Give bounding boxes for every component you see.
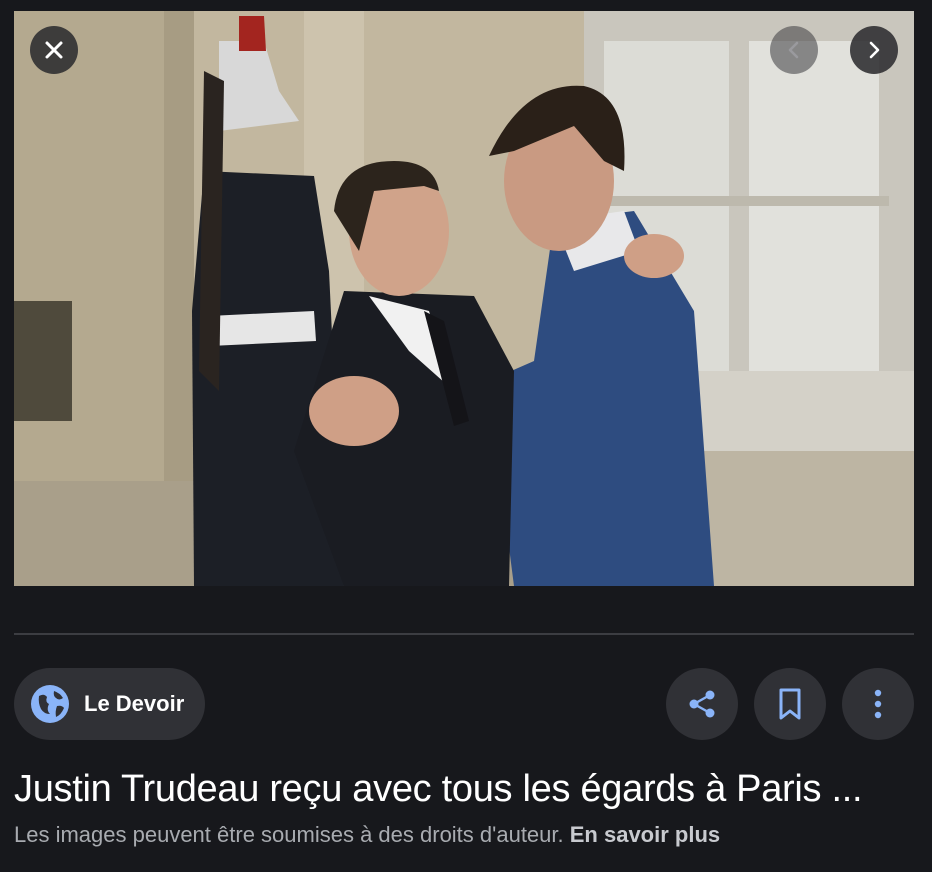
chevron-right-icon — [869, 41, 880, 59]
result-image[interactable] — [14, 11, 914, 586]
source-name: Le Devoir — [84, 691, 185, 716]
copyright-text: Les images peuvent être soumises à des d… — [14, 822, 564, 847]
bookmark-icon — [779, 688, 801, 720]
chevron-left-icon — [788, 41, 799, 59]
image-title-link[interactable]: Justin Trudeau reçu avec tous les égards… — [14, 768, 919, 811]
close-icon — [45, 41, 63, 59]
globe-icon — [30, 684, 70, 724]
next-image-button[interactable] — [850, 26, 898, 74]
previous-image-button[interactable] — [770, 26, 818, 74]
copyright-notice: Les images peuvent être soumises à des d… — [14, 822, 919, 848]
learn-more-link[interactable]: En savoir plus — [570, 822, 720, 847]
source-link-button[interactable]: Le Devoir — [14, 668, 205, 740]
share-button[interactable] — [666, 668, 738, 740]
more-options-button[interactable] — [842, 668, 914, 740]
share-icon — [689, 690, 715, 718]
divider — [14, 633, 914, 635]
more-vert-icon — [874, 689, 882, 719]
save-button[interactable] — [754, 668, 826, 740]
image-illustration — [14, 11, 914, 586]
close-button[interactable] — [30, 26, 78, 74]
